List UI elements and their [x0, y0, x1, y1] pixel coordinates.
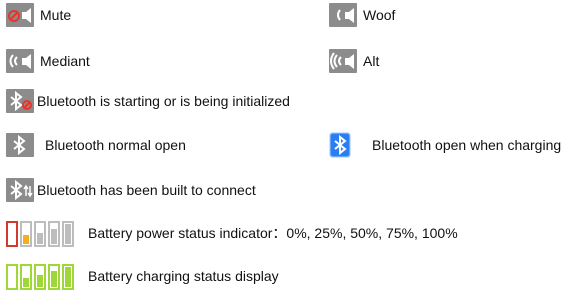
mediant-label: Mediant [40, 53, 90, 69]
battery-0-icon [6, 221, 18, 247]
mute-label: Mute [40, 7, 72, 23]
battery-charging-icon [6, 262, 74, 290]
legend-row-alt: Alt [329, 49, 379, 73]
battery-charge-5-icon [62, 264, 74, 290]
woof-label: Woof [363, 7, 396, 23]
legend-row-woof: Woof [329, 3, 395, 27]
battery-50-icon [34, 221, 46, 247]
bluetooth-icon [6, 133, 34, 157]
battery-100-icon [62, 221, 74, 247]
bluetooth-starting-icon [6, 89, 34, 113]
battery-charging-label: Battery charging status display [88, 268, 279, 284]
bluetooth-charging-icon [330, 133, 350, 157]
battery-charge-4-icon [48, 264, 60, 290]
legend-row-mediant: Mediant [6, 49, 90, 73]
alt-label: Alt [363, 53, 380, 69]
speaker-low-icon [329, 3, 357, 27]
battery-charge-3-icon [34, 264, 46, 290]
bt-starting-label: Bluetooth is starting or is being initia… [37, 93, 290, 109]
bluetooth-connected-icon [6, 178, 34, 202]
battery-levels-icon [6, 219, 74, 247]
legend-row-mute: Mute [6, 3, 71, 27]
battery-25-icon [20, 221, 32, 247]
legend-row-bt-charging: Bluetooth open when charging [330, 133, 561, 157]
battery-charge-2-icon [20, 264, 32, 290]
legend-row-bt-starting: Bluetooth is starting or is being initia… [6, 89, 290, 113]
battery-charge-1-icon [6, 264, 18, 290]
speaker-high-icon [329, 49, 357, 73]
legend-row-battery-charging: Battery charging status display [6, 262, 279, 290]
legend-row-bt-connect: Bluetooth has been built to connect [6, 178, 256, 202]
bt-connect-label: Bluetooth has been built to connect [37, 182, 256, 198]
bt-open-label: Bluetooth normal open [45, 137, 186, 153]
battery-75-icon [48, 221, 60, 247]
legend-row-bt-open: Bluetooth normal open [6, 133, 186, 157]
speaker-medium-icon [6, 49, 34, 73]
bt-charging-label: Bluetooth open when charging [372, 137, 562, 153]
speaker-mute-icon [6, 3, 34, 27]
battery-power-label: Battery power status indicator：0%, 25%, … [88, 225, 458, 241]
legend-row-battery-power: Battery power status indicator：0%, 25%, … [6, 219, 458, 247]
